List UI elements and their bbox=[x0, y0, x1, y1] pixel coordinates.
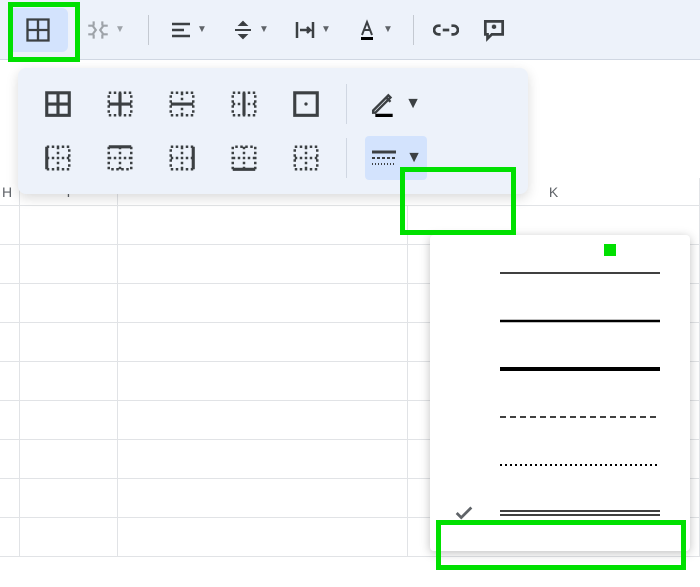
separator bbox=[148, 15, 149, 45]
border-inner-button[interactable] bbox=[98, 82, 142, 126]
toolbar: ▼ ▼ ▼ ▼ ▼ bbox=[0, 0, 700, 60]
check-icon bbox=[453, 502, 475, 524]
border-top-button[interactable] bbox=[98, 136, 142, 180]
border-clear-button[interactable] bbox=[284, 136, 328, 180]
border-right-button[interactable] bbox=[160, 136, 204, 180]
v-align-button[interactable]: ▼ bbox=[221, 8, 279, 52]
style-thin[interactable] bbox=[430, 249, 690, 297]
col-header-h[interactable]: H bbox=[0, 178, 20, 205]
annotation-dot bbox=[604, 244, 616, 256]
border-outer-button[interactable] bbox=[284, 82, 328, 126]
border-horizontal-button[interactable] bbox=[160, 82, 204, 126]
style-thick[interactable] bbox=[430, 345, 690, 393]
border-vertical-button[interactable] bbox=[222, 82, 266, 126]
merge-button[interactable]: ▼ bbox=[72, 8, 138, 52]
chevron-down-icon: ▼ bbox=[259, 24, 269, 35]
link-icon bbox=[433, 17, 459, 43]
style-medium[interactable] bbox=[430, 297, 690, 345]
chevron-down-icon: ▼ bbox=[321, 24, 331, 35]
borders-icon bbox=[24, 16, 52, 44]
wrap-icon bbox=[293, 18, 317, 42]
border-color-button[interactable]: ▼ bbox=[365, 82, 427, 126]
borders-popup: ▼ ▼ bbox=[18, 68, 528, 194]
text-color-icon bbox=[355, 18, 379, 42]
border-left-button[interactable] bbox=[36, 136, 80, 180]
link-button[interactable] bbox=[424, 8, 468, 52]
border-style-menu bbox=[430, 235, 690, 551]
align-left-icon bbox=[169, 18, 193, 42]
chevron-down-icon: ▼ bbox=[115, 24, 125, 35]
separator bbox=[413, 15, 414, 45]
merge-icon bbox=[85, 17, 111, 43]
border-style-button[interactable]: ▼ bbox=[365, 136, 427, 180]
style-dashed[interactable] bbox=[430, 393, 690, 441]
style-double[interactable] bbox=[430, 489, 690, 537]
comment-icon bbox=[481, 17, 507, 43]
text-color-button[interactable]: ▼ bbox=[345, 8, 403, 52]
wrap-button[interactable]: ▼ bbox=[283, 8, 341, 52]
comment-button[interactable] bbox=[472, 8, 516, 52]
border-bottom-button[interactable] bbox=[222, 136, 266, 180]
borders-toolbar-button[interactable] bbox=[8, 8, 68, 52]
chevron-down-icon: ▼ bbox=[197, 24, 207, 35]
chevron-down-icon: ▼ bbox=[383, 24, 393, 35]
v-align-icon bbox=[231, 18, 255, 42]
border-all-button[interactable] bbox=[36, 82, 80, 126]
h-align-button[interactable]: ▼ bbox=[159, 8, 217, 52]
style-dotted[interactable] bbox=[430, 441, 690, 489]
